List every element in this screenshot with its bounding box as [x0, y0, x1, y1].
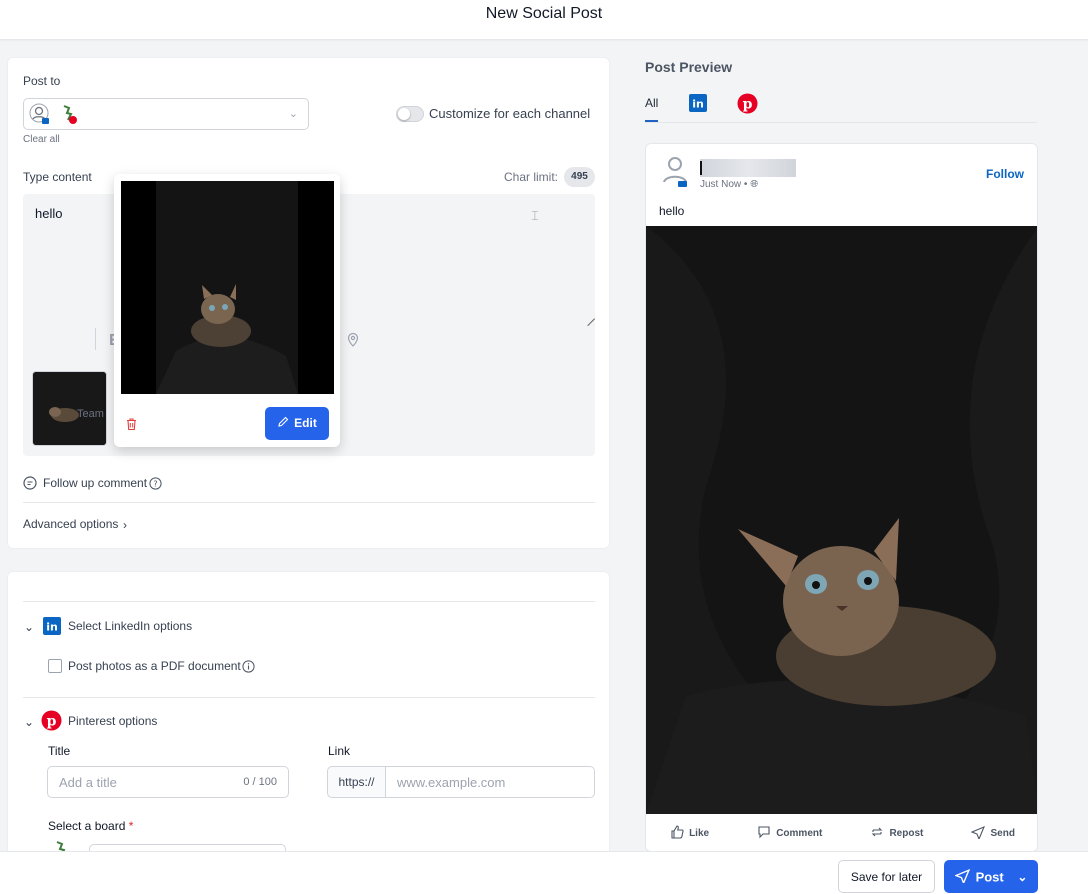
title-char-count: 0 / 100	[243, 776, 277, 788]
media-preview-image	[121, 181, 334, 394]
edit-button-label: Edit	[294, 415, 317, 430]
post-time: Just Now • 🌐︎	[700, 179, 758, 190]
post-button[interactable]: Post ⌄	[944, 860, 1038, 893]
repost-action[interactable]: Repost	[870, 825, 923, 842]
link-prefix: https://	[327, 766, 386, 798]
location-icon[interactable]	[345, 332, 361, 351]
title-field-label: Title	[48, 744, 71, 758]
author-name-redacted	[700, 159, 796, 177]
top-bar: New Social Post	[0, 0, 1088, 40]
link-field-label: Link	[328, 744, 351, 758]
preview-avatar	[659, 154, 691, 191]
pdf-checkbox[interactable]	[48, 659, 62, 673]
svg-text:in: in	[692, 98, 704, 111]
divider	[23, 601, 595, 602]
save-for-later-button[interactable]: Save for later	[838, 860, 935, 893]
send-action[interactable]: Send	[971, 825, 1015, 842]
link-input[interactable]: www.example.com	[385, 766, 595, 798]
post-button-label: Post	[975, 869, 1004, 884]
chevron-down-icon[interactable]: ⌄	[1017, 870, 1027, 884]
preview-title: Post Preview	[645, 59, 733, 75]
toolbar-divider	[95, 328, 96, 350]
chevron-down-icon[interactable]: ⌄	[24, 620, 34, 634]
media-popover: Edit	[114, 174, 340, 447]
tab-divider	[645, 122, 1037, 123]
chevron-down-icon: ⌄	[288, 108, 298, 120]
resize-handle[interactable]	[580, 311, 596, 327]
tab-all[interactable]: All	[645, 96, 658, 110]
pencil-icon	[277, 416, 289, 431]
svg-text:?: ?	[153, 480, 157, 489]
media-thumbnail[interactable]: Team	[32, 371, 107, 446]
linkedin-options-title[interactable]: Select LinkedIn options	[68, 619, 192, 633]
chevron-down-icon[interactable]: ⌄	[24, 715, 34, 729]
text-cursor-icon: ⌶	[531, 208, 539, 223]
pinterest-options-title[interactable]: Pinterest options	[68, 714, 157, 728]
send-label: Send	[990, 828, 1015, 839]
info-icon[interactable]	[242, 660, 255, 676]
preview-post-text: hello	[659, 204, 685, 218]
delete-media-icon[interactable]	[125, 417, 138, 434]
svg-text:p: p	[47, 714, 57, 730]
linkedin-post-preview: Just Now • 🌐︎ Follow hello Like Comment	[645, 143, 1038, 852]
comment-icon	[23, 476, 37, 493]
account-selector[interactable]: ⌄	[23, 98, 309, 130]
post-actions-bar: Like Comment Repost Send	[646, 814, 1037, 851]
like-label: Like	[689, 828, 710, 839]
content-text[interactable]: hello	[35, 206, 62, 221]
post-to-label: Post to	[23, 74, 61, 88]
char-limit-label: Char limit:	[504, 170, 559, 184]
divider	[23, 697, 595, 698]
preview-post-image	[646, 226, 1037, 814]
pinterest-icon: p	[41, 710, 62, 734]
advanced-options-toggle[interactable]: Advanced options	[23, 517, 118, 531]
linkedin-tab-icon[interactable]: in	[689, 94, 707, 115]
comment-action[interactable]: Comment	[757, 825, 822, 842]
like-icon	[670, 825, 684, 842]
divider	[23, 502, 595, 503]
follow-up-comment[interactable]: Follow up comment	[43, 476, 147, 490]
board-field-label: Select a board *	[48, 819, 133, 833]
follow-button[interactable]: Follow	[986, 167, 1024, 181]
like-action[interactable]: Like	[670, 825, 709, 842]
type-content-label: Type content	[23, 170, 92, 184]
title-input-placeholder: Add a title	[59, 775, 117, 790]
pinterest-tab-icon[interactable]: p	[737, 93, 758, 117]
comment-icon	[757, 825, 771, 842]
svg-text:in: in	[46, 621, 58, 634]
required-mark: *	[128, 819, 134, 833]
globe-icon: 🌐︎	[750, 179, 759, 190]
author-name-cursor	[700, 161, 702, 175]
channel-options-card: ⌄ in Select LinkedIn options Post photos…	[7, 571, 610, 861]
thumbnail-overlay-text: Team	[77, 408, 104, 420]
send-icon	[953, 868, 970, 886]
customize-toggle[interactable]	[396, 106, 424, 122]
repost-label: Repost	[889, 828, 924, 839]
svg-text:p: p	[743, 97, 753, 113]
comment-label: Comment	[776, 828, 823, 839]
title-input[interactable]: Add a title 0 / 100	[47, 766, 289, 798]
clear-all-link[interactable]: Clear all	[23, 134, 60, 145]
page-title: New Social Post	[485, 5, 603, 22]
pinterest-account-avatar	[58, 103, 80, 125]
pdf-option-label: Post photos as a PDF document	[68, 659, 241, 673]
send-icon	[971, 825, 986, 842]
help-icon[interactable]: ?	[149, 477, 162, 493]
linkedin-account-avatar	[29, 103, 51, 125]
link-input-placeholder: www.example.com	[397, 775, 506, 790]
customize-toggle-label: Customize for each channel	[429, 106, 591, 121]
edit-media-button[interactable]: Edit	[265, 407, 329, 440]
post-time-text: Just Now •	[700, 179, 748, 190]
board-label-text: Select a board	[48, 819, 126, 833]
linkedin-icon: in	[43, 617, 61, 638]
char-limit-badge: 495	[564, 167, 595, 187]
chevron-right-icon: ›	[123, 518, 127, 532]
repost-icon	[870, 825, 884, 842]
